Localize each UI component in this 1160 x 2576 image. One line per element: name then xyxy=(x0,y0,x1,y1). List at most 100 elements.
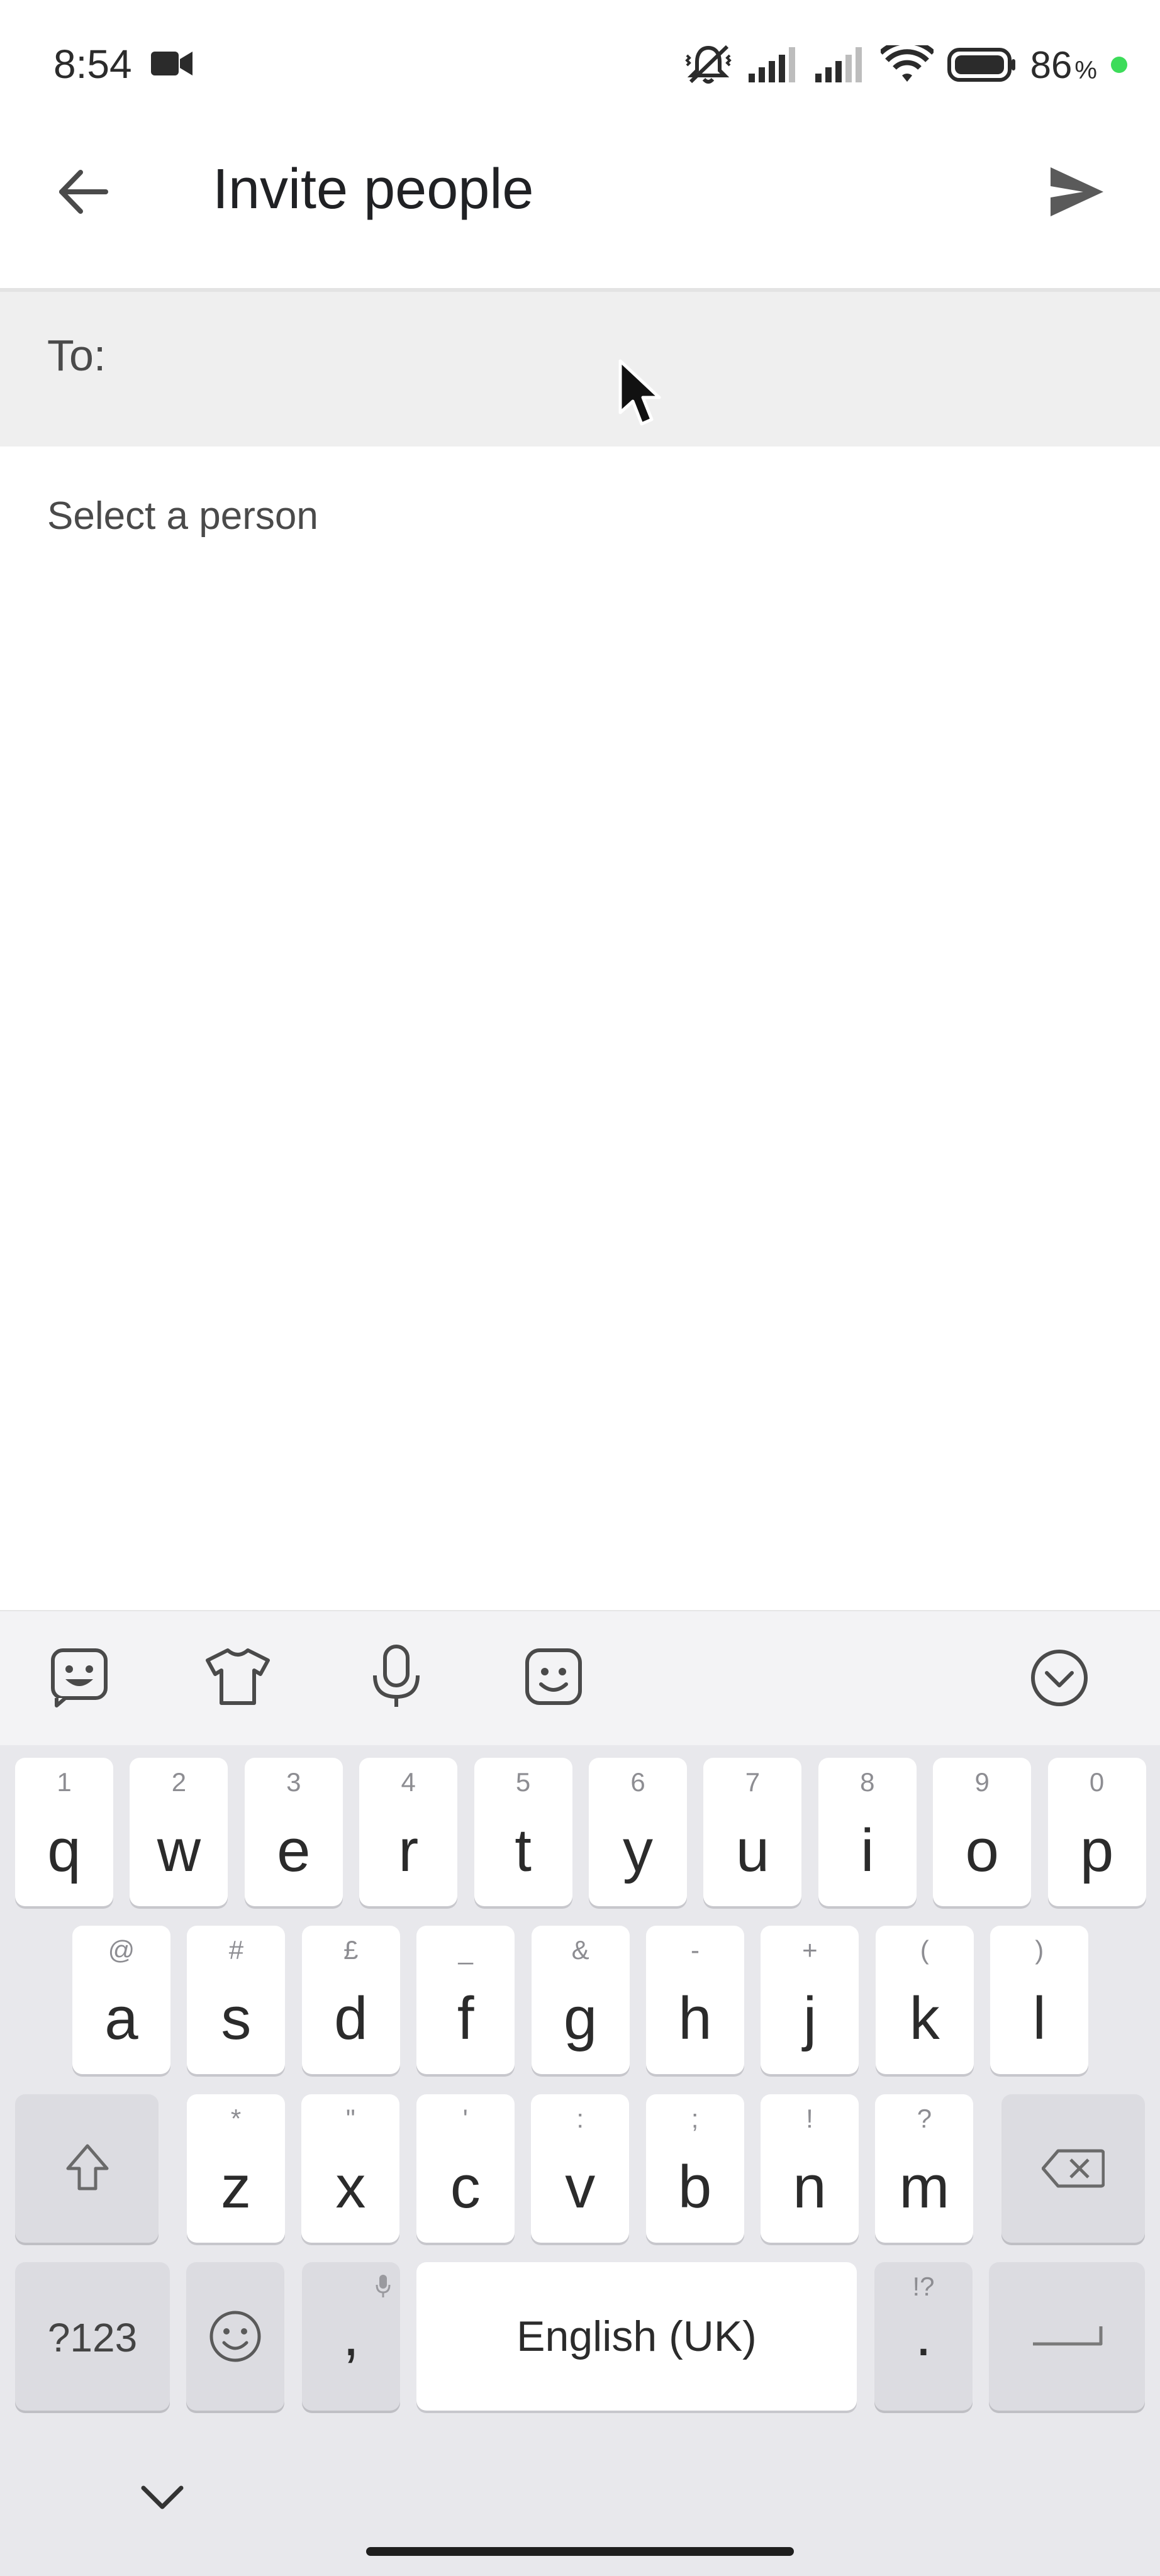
battery-icon xyxy=(947,48,1017,82)
key-o[interactable]: 9o xyxy=(933,1758,1032,1906)
key-hint: - xyxy=(691,1935,700,1965)
key-t[interactable]: 5t xyxy=(474,1758,572,1906)
key-hint: " xyxy=(345,2104,355,2133)
key-hint: 1 xyxy=(57,1767,72,1797)
key-label: f xyxy=(457,1985,474,2052)
key-j[interactable]: + j xyxy=(761,1926,859,2074)
key-a[interactable]: @ a xyxy=(72,1926,170,2074)
to-field[interactable] xyxy=(0,288,1160,447)
period-key[interactable]: !? . xyxy=(874,2262,973,2411)
key-hint: ) xyxy=(1035,1935,1044,1965)
key-label: r xyxy=(398,1817,419,1884)
hide-keyboard-chevron-icon[interactable] xyxy=(140,2483,185,2516)
key-label: q xyxy=(47,1817,81,1884)
key-hint: 6 xyxy=(630,1767,645,1797)
send-icon[interactable] xyxy=(1049,166,1105,221)
key-label: e xyxy=(277,1817,311,1884)
page-title: Invite people xyxy=(213,158,534,221)
key-label: b xyxy=(678,2153,712,2221)
key-hint: * xyxy=(230,2104,242,2133)
status-time: 8:54 xyxy=(53,42,132,87)
collapse-keyboard-chevron-icon[interactable] xyxy=(1029,1648,1090,1711)
enter-key[interactable] xyxy=(989,2262,1145,2411)
key-hint: : xyxy=(576,2104,584,2133)
theme-shirt-icon[interactable] xyxy=(205,1648,270,1709)
signal-icon-1 xyxy=(747,46,800,84)
key-hint: 9 xyxy=(974,1767,990,1797)
key-hint: 8 xyxy=(860,1767,875,1797)
key-label: t xyxy=(515,1817,532,1884)
key-label: s xyxy=(221,1985,252,2052)
key-hint: 3 xyxy=(286,1767,301,1797)
key-label: k xyxy=(909,1985,940,2052)
key-label: g xyxy=(563,1985,598,2052)
key-label: x xyxy=(335,2153,366,2221)
key-d[interactable]: £ d xyxy=(301,1926,400,2074)
key-w[interactable]: 2w xyxy=(130,1758,228,1906)
key-i[interactable]: 8i xyxy=(818,1758,917,1906)
comma-key[interactable]: , xyxy=(302,2262,400,2411)
key-s[interactable]: # s xyxy=(187,1926,286,2074)
key-label: u xyxy=(735,1817,770,1884)
key-hint: £ xyxy=(343,1935,359,1965)
key-m[interactable]: ? m xyxy=(875,2094,974,2243)
mute-vibrate-icon xyxy=(683,43,733,87)
key-l[interactable]: ) l xyxy=(990,1926,1089,2074)
shift-key[interactable] xyxy=(15,2094,159,2243)
wifi-icon xyxy=(880,45,934,84)
key-e[interactable]: 3e xyxy=(244,1758,343,1906)
home-indicator[interactable] xyxy=(366,2547,794,2556)
key-hint: # xyxy=(228,1935,244,1965)
key-hint: 7 xyxy=(745,1767,761,1797)
key-b[interactable]: ; b xyxy=(645,2094,744,2243)
key-v[interactable]: :v xyxy=(531,2094,630,2243)
sticker-icon[interactable] xyxy=(50,1648,108,1711)
key-label: h xyxy=(678,1985,712,2052)
key-label: m xyxy=(899,2153,950,2221)
key-k[interactable]: (k xyxy=(875,1926,974,2074)
key-label: a xyxy=(104,1985,138,2052)
key-label: p xyxy=(1079,1817,1114,1884)
key-hint: + xyxy=(802,1935,818,1965)
key-q[interactable]: 1q xyxy=(15,1758,113,1906)
key-hint: 0 xyxy=(1089,1767,1105,1797)
key-label: v xyxy=(565,2153,596,2221)
space-key[interactable]: English (UK) xyxy=(416,2262,857,2411)
key-y[interactable]: 6y xyxy=(589,1758,687,1906)
key-hint: ( xyxy=(920,1935,929,1965)
key-x[interactable]: " x xyxy=(301,2094,400,2243)
key-z[interactable]: * z xyxy=(187,2094,285,2243)
key-p[interactable]: 0p xyxy=(1047,1758,1146,1906)
key-label: n xyxy=(793,2153,827,2221)
key-label: z xyxy=(221,2153,251,2221)
key-h[interactable]: -h xyxy=(646,1926,744,2074)
key-label: y xyxy=(623,1817,653,1884)
key-f[interactable]: _ f xyxy=(416,1926,515,2074)
to-label: To: xyxy=(47,331,106,380)
signal-icon-2 xyxy=(814,46,867,84)
key-hint: 2 xyxy=(171,1767,187,1797)
battery-unit: % xyxy=(1074,56,1097,84)
mouse-pointer-icon xyxy=(618,358,663,432)
app-bar xyxy=(0,126,1160,288)
video-camera-icon xyxy=(151,49,192,81)
select-person-heading: Select a person xyxy=(47,494,318,538)
emoji-sticker-icon[interactable] xyxy=(525,1648,583,1709)
key-r[interactable]: 4r xyxy=(359,1758,458,1906)
backspace-key[interactable] xyxy=(1001,2094,1145,2243)
key-label: i xyxy=(861,1817,874,1884)
emoji-key[interactable] xyxy=(186,2262,284,2411)
status-icons: 86 % xyxy=(683,36,1127,93)
battery-level: 86 xyxy=(1030,43,1073,86)
key-u[interactable]: 7u xyxy=(703,1758,802,1906)
microphone-icon[interactable] xyxy=(370,1644,423,1713)
key-hint: & xyxy=(571,1935,589,1965)
key-hint: ' xyxy=(462,2104,468,2133)
symbols-key[interactable]: ?123 xyxy=(15,2262,170,2411)
key-g[interactable]: & g xyxy=(531,1926,630,2074)
key-hint: ! xyxy=(806,2104,813,2133)
back-arrow-icon[interactable] xyxy=(55,165,109,222)
key-c[interactable]: ' c xyxy=(416,2094,515,2243)
key-n[interactable]: ! n xyxy=(761,2094,859,2243)
privacy-indicator-dot xyxy=(1111,57,1127,73)
